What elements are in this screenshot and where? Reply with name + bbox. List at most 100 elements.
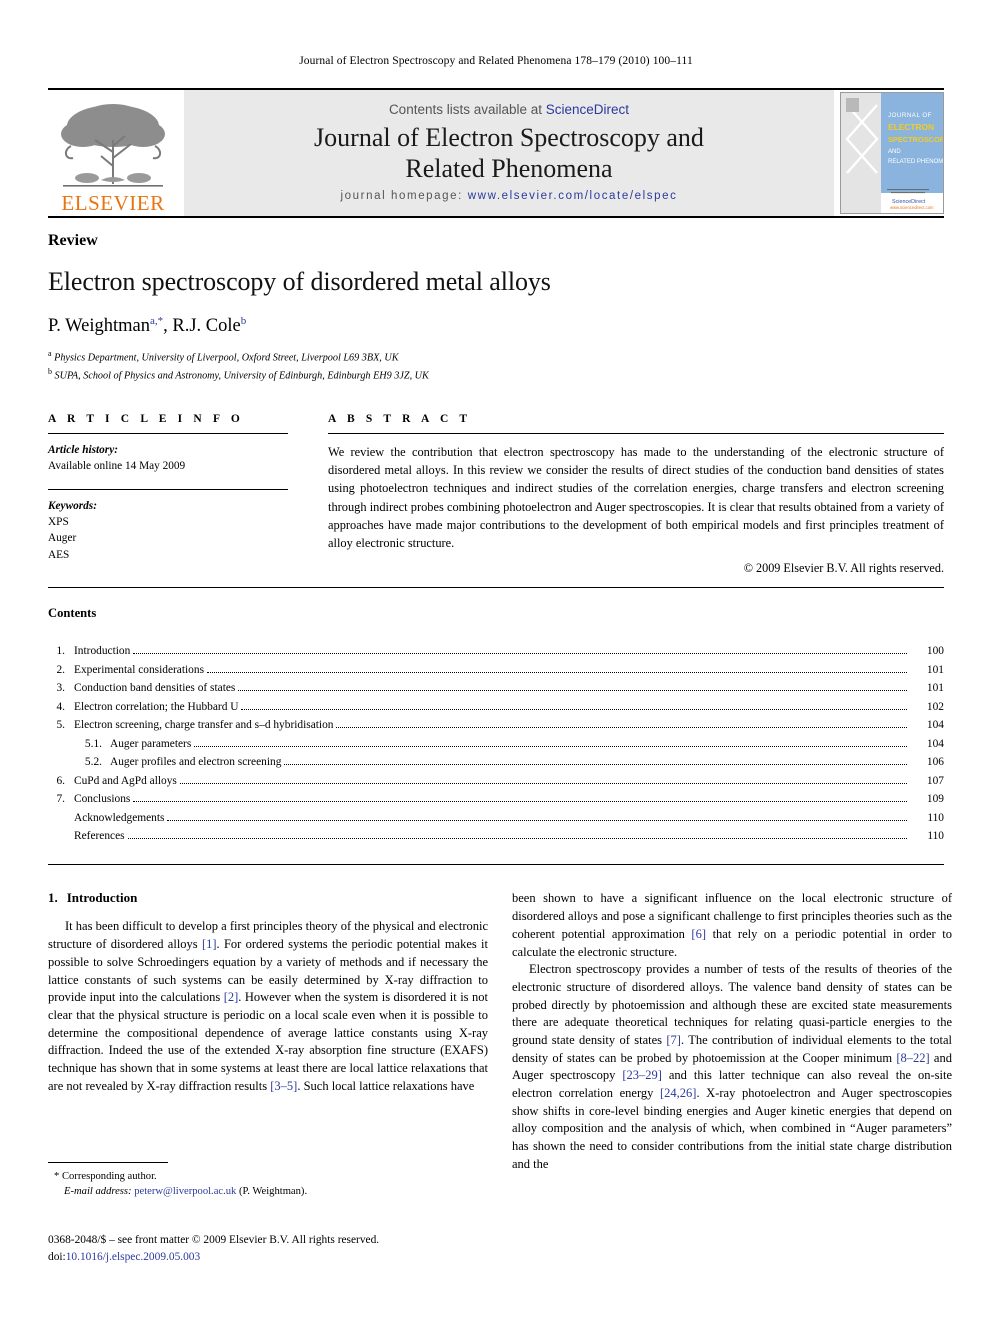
toc-page-number: 101: [926, 682, 944, 695]
contents-available-line: Contents lists available at ScienceDirec…: [389, 102, 629, 117]
toc-row[interactable]: 3. Conduction band densities of states 101: [48, 679, 944, 697]
svg-text:JOURNAL OF: JOURNAL OF: [888, 112, 932, 119]
article-history-label: Article history:: [48, 443, 118, 456]
para-text: . However when the system is disordered …: [48, 990, 489, 1093]
citation-ref[interactable]: [24,26]: [660, 1086, 696, 1100]
body-column-right: been shown to have a significant influen…: [512, 890, 952, 1173]
toc-page-number: 110: [927, 811, 944, 824]
toc-number: 1.: [56, 645, 65, 658]
journal-homepage-link[interactable]: www.elsevier.com/locate/elspec: [468, 190, 678, 202]
toc-number: 5.2.: [84, 756, 102, 769]
journal-cover-thumbnail[interactable]: JOURNAL OF ELECTRON SPECTROSCOPY AND REL…: [840, 92, 944, 214]
toc-label: Conduction band densities of states: [74, 682, 236, 695]
toc-row[interactable]: 7. Conclusions 109: [48, 790, 944, 808]
toc-row[interactable]: References 110: [48, 827, 944, 845]
affiliation-item: b SUPA, School of Physics and Astronomy,…: [48, 366, 944, 384]
toc-page-number: 104: [926, 719, 944, 732]
svg-text:SPECTROSCOPY: SPECTROSCOPY: [888, 135, 943, 144]
email-label: E-mail address:: [64, 1186, 135, 1198]
toc-label: References: [74, 830, 125, 842]
citation-ref[interactable]: [23–29]: [622, 1068, 662, 1082]
article-info-heading: A R T I C L E I N F O: [48, 412, 244, 425]
sciencedirect-link[interactable]: ScienceDirect: [546, 102, 629, 117]
page-title: Electron spectroscopy of disordered meta…: [48, 267, 551, 296]
toc-label: Acknowledgements: [74, 811, 165, 824]
abstract-heading: A B S T R A C T: [328, 412, 472, 425]
svg-text:AND: AND: [888, 149, 901, 155]
toc-leader-dots: [284, 764, 907, 766]
affiliation-text: Physics Department, University of Liverp…: [54, 352, 399, 364]
keywords-rule: [48, 488, 288, 490]
toc-row[interactable]: 5.1. Auger parameters 104: [48, 735, 944, 753]
toc-row[interactable]: 4. Electron correlation; the Hubbard U 102: [48, 698, 944, 716]
toc-row[interactable]: Acknowledgements 110: [48, 809, 944, 827]
contents-bottom-rule: [48, 864, 944, 866]
citation-ref[interactable]: [6]: [691, 927, 706, 941]
toc-number: 4.: [56, 700, 65, 713]
toc-row[interactable]: 1. Introduction 100: [48, 642, 944, 660]
journal-masthead: ELSEVIER Contents lists available at Sci…: [48, 88, 944, 216]
citation-ref[interactable]: [1]: [202, 937, 217, 951]
section-number: 1.: [48, 890, 58, 906]
contents-available-prefix: Contents lists available at: [388, 102, 546, 118]
email-suffix: (P. Weightman).: [236, 1186, 308, 1198]
footnote-block: * Corresponding author. E-mail address: …: [48, 1162, 488, 1199]
contents-heading: Contents: [48, 606, 97, 621]
toc-number: 6.: [56, 774, 65, 787]
journal-title: Journal of Electron Spectroscopy and Rel…: [314, 123, 704, 183]
corresponding-author-note: * Corresponding author.: [54, 1171, 157, 1182]
issn-copyright-line: 0368-2048/$ – see front matter © 2009 El…: [48, 1234, 380, 1246]
affiliation-text: SUPA, School of Physics and Astronomy, U…: [54, 370, 429, 382]
toc-page-number: 109: [926, 793, 944, 806]
toc-page-number: 101: [926, 663, 944, 676]
doi-line: doi:10.1016/j.elspec.2009.05.003: [48, 1249, 518, 1266]
toc-row[interactable]: 5. Electron screening, charge transfer an…: [48, 716, 944, 734]
toc-row[interactable]: 5.2. Auger profiles and electron screenin…: [48, 753, 944, 771]
toc-label: Conclusions: [74, 793, 131, 806]
elsevier-logo-block: ELSEVIER: [48, 90, 178, 216]
body-column-left: 1. Introduction It has been difficult to …: [48, 890, 488, 1173]
toc-number: 5.1.: [84, 737, 102, 750]
toc-label: Introduction: [74, 645, 131, 658]
author-email-link[interactable]: peterw@liverpool.ac.uk: [134, 1186, 236, 1197]
keywords-label: Keywords:: [48, 499, 97, 512]
toc-leader-dots: [127, 838, 907, 839]
running-head: Journal of Electron Spectroscopy and Rel…: [299, 55, 693, 67]
paragraph-left-1: It has been difficult to develop a first…: [48, 918, 488, 1095]
keyword-item: AES: [48, 548, 70, 561]
elsevier-wordmark: ELSEVIER: [61, 191, 165, 215]
abstract-bottom-rule: [48, 587, 944, 589]
keyword-item: XPS: [48, 516, 69, 529]
toc-page-number: 106: [926, 756, 944, 769]
masthead-bottom-rule: [48, 216, 944, 218]
affiliation-list: a Physics Department, University of Live…: [48, 348, 944, 384]
toc-label: Auger parameters: [110, 737, 192, 750]
keyword-block: Keywords: XPS Auger AES: [48, 498, 288, 564]
svg-text:www.sciencedirect.com: www.sciencedirect.com: [890, 205, 934, 210]
toc-page-number: 107: [926, 774, 944, 787]
svg-text:ELECTRON: ELECTRON: [888, 122, 934, 132]
author-list: P. Weightmana,*, R.J. Coleb: [48, 315, 247, 337]
toc-row[interactable]: 6. CuPd and AgPd alloys 107: [48, 772, 944, 790]
doi-label: doi:: [48, 1250, 66, 1263]
info-abstract-row: A R T I C L E I N F O Article history: A…: [48, 413, 944, 576]
table-of-contents: 1. Introduction 100 2. Experimental consider…: [48, 642, 944, 845]
email-note: E-mail address: peterw@liverpool.ac.uk (…: [48, 1184, 488, 1199]
affiliation-marker: b: [48, 367, 52, 377]
toc-number: 2.: [56, 663, 65, 676]
para-text: . Such local lattice relaxations have: [297, 1078, 475, 1093]
toc-page-number: 102: [926, 700, 944, 713]
toc-number: 7.: [56, 793, 65, 806]
citation-ref[interactable]: [8–22]: [896, 1051, 929, 1065]
citation-ref[interactable]: [7]: [666, 1033, 681, 1047]
abstract-copyright: © 2009 Elsevier B.V. All rights reserved…: [743, 561, 944, 576]
doi-link[interactable]: 10.1016/j.elspec.2009.05.003: [66, 1251, 200, 1263]
toc-label: Electron screening, charge transfer and …: [74, 719, 334, 732]
toc-leader-dots: [179, 782, 907, 784]
paragraph-right-2: Electron spectroscopy provides a number …: [512, 961, 952, 1173]
toc-leader-dots: [133, 653, 907, 655]
citation-ref[interactable]: [3–5]: [270, 1079, 297, 1093]
citation-ref[interactable]: [2]: [224, 990, 239, 1004]
toc-leader-dots: [336, 727, 907, 729]
toc-row[interactable]: 2. Experimental considerations 101: [48, 661, 944, 679]
